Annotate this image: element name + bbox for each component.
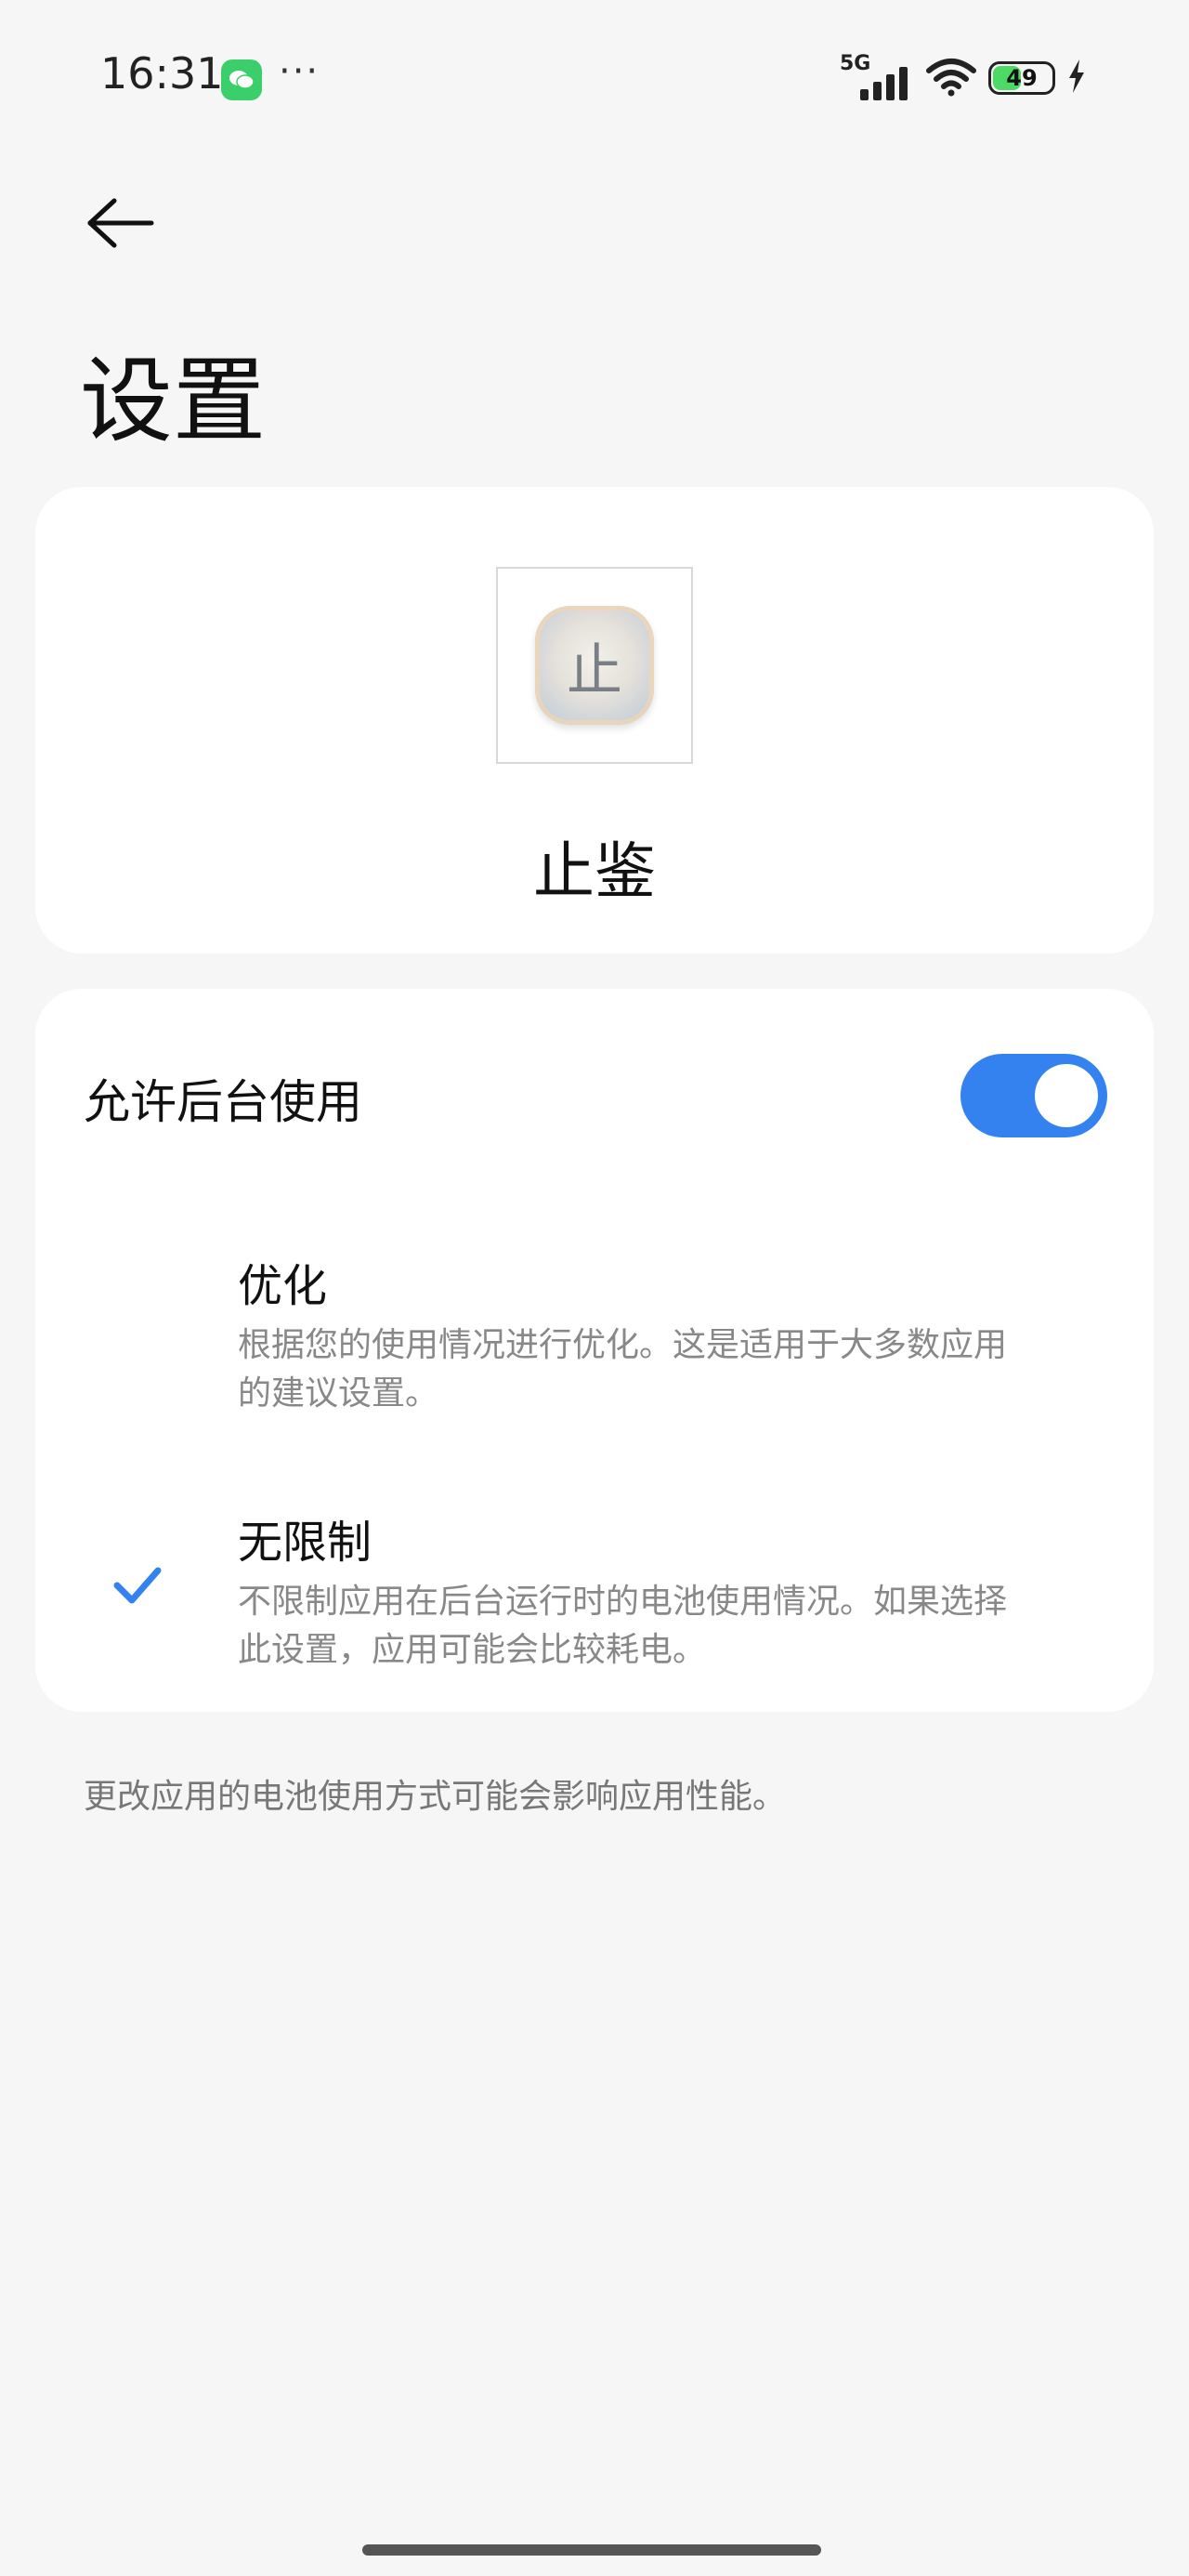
wechat-icon [221,59,262,100]
page-title: 设置 [80,347,266,455]
option-desc-line: 根据您的使用情况进行优化。这是适用于大多数应用 [238,1326,1008,1364]
option-title: 优化 [238,1260,328,1312]
option-description: 根据您的使用情况进行优化。这是适用于大多数应用 的建议设置。 [238,1321,1092,1418]
arrow-left-icon [87,198,154,248]
wifi-icon [925,56,977,100]
app-name: 止鉴 [533,835,656,907]
app-icon-frame: 止 [496,567,693,764]
back-button[interactable] [78,186,162,260]
status-bar: 16:31 ··· 5G 49 [0,0,1189,158]
checkmark-icon [113,1567,162,1604]
battery-icon: 49 [988,61,1055,95]
footer-note: 更改应用的电池使用方式可能会影响应用性能。 [84,1778,787,1816]
option-desc-line: 的建议设置。 [238,1374,439,1413]
more-notifications-icon: ··· [279,50,320,93]
option-unlimited[interactable]: 无限制 不限制应用在后台运行时的电池使用情况。如果选择 此设置，应用可能会比较耗… [238,1505,1092,1675]
app-icon: 止 [535,606,654,725]
option-optimize[interactable]: 优化 根据您的使用情况进行优化。这是适用于大多数应用 的建议设置。 [238,1249,1092,1418]
status-indicators: 5G 49 [840,52,1087,104]
option-desc-line: 不限制应用在后台运行时的电池使用情况。如果选择 [238,1583,1008,1621]
toggle-knob [1035,1064,1098,1127]
background-usage-toggle[interactable] [960,1054,1107,1137]
cellular-signal-icon: 5G [840,52,914,104]
option-description: 不限制应用在后台运行时的电池使用情况。如果选择 此设置，应用可能会比较耗电。 [238,1578,1092,1675]
option-desc-line: 此设置，应用可能会比较耗电。 [238,1631,707,1669]
status-time: 16:31 [100,48,224,99]
option-title: 无限制 [238,1517,372,1569]
battery-level: 49 [1006,65,1038,91]
background-usage-card: 允许后台使用 优化 根据您的使用情况进行优化。这是适用于大多数应用 的建议设置。… [35,989,1154,1712]
app-info-card: 止 止鉴 [35,487,1154,953]
lightning-icon [1066,58,1087,99]
home-indicator[interactable] [362,2544,821,2556]
background-usage-label: 允许后台使用 [84,1075,362,1129]
